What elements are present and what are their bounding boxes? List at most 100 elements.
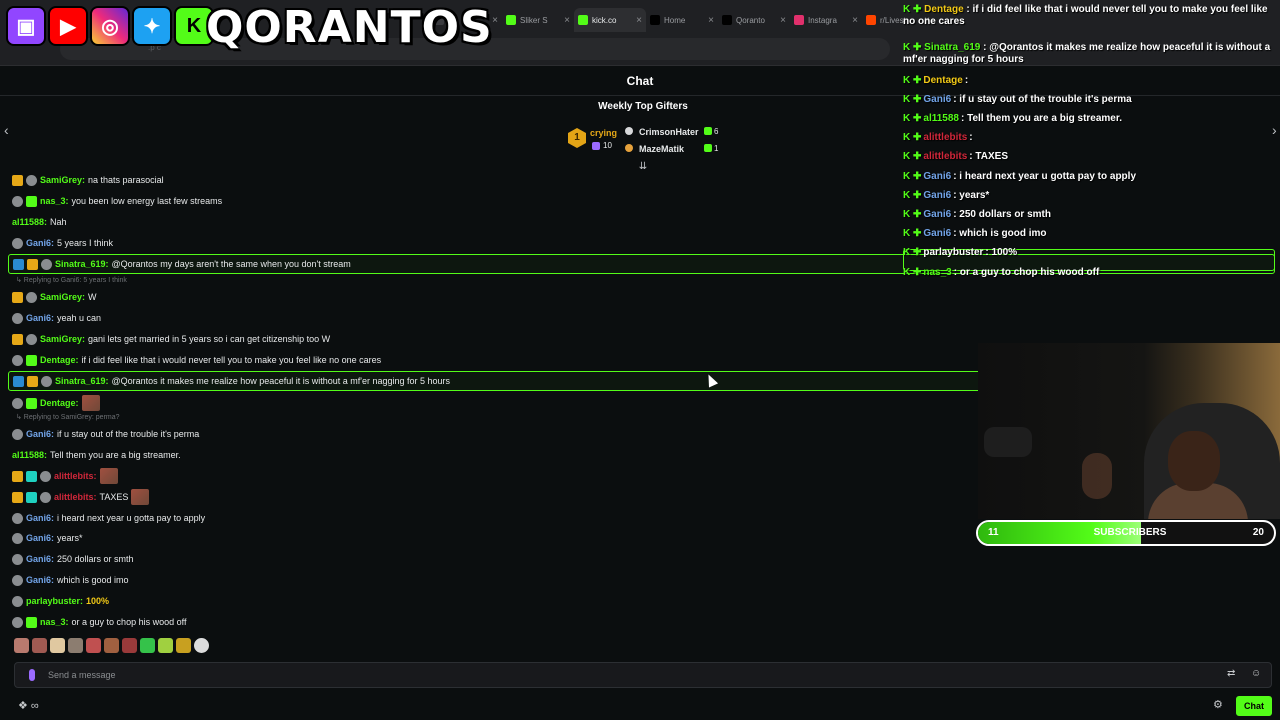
chat-username[interactable]: al11588: <box>12 450 47 460</box>
browser-tab[interactable]: Qoranto × <box>718 8 790 32</box>
close-icon[interactable]: × <box>564 15 570 26</box>
close-icon[interactable]: × <box>636 15 642 26</box>
chat-message[interactable]: nas_3: or a guy to chop his wood off <box>12 612 186 632</box>
reply-context[interactable]: ↳ Replying to SamiGrey: perma? <box>16 413 120 421</box>
chat-username[interactable]: Gani6: <box>26 533 54 543</box>
points-icon[interactable]: ❖ ∞ <box>18 699 39 712</box>
chat-username[interactable]: nas_3: <box>40 196 69 206</box>
microphone-icon[interactable] <box>29 669 35 681</box>
emote-icon[interactable] <box>14 638 29 653</box>
badge-icon <box>12 512 23 524</box>
emote-icon[interactable] <box>32 638 47 653</box>
tab-favicon-icon <box>578 15 588 25</box>
chat-username[interactable]: SamiGrey: <box>40 292 85 302</box>
badge-icon <box>26 195 37 207</box>
close-icon[interactable]: × <box>492 15 498 26</box>
chat-message[interactable]: Gani6: 5 years I think <box>12 233 113 253</box>
tab-label: kick.co <box>592 15 617 25</box>
chat-username[interactable]: parlaybuster: <box>26 596 83 606</box>
chat-message[interactable]: nas_3: you been low energy last few strea… <box>12 191 222 211</box>
chat-username[interactable]: Sinatra_619: <box>55 259 109 269</box>
chat-username[interactable]: Gani6: <box>26 513 54 523</box>
chat-username[interactable]: Gani6: <box>26 238 54 248</box>
chat-username[interactable]: Dentage: <box>40 355 79 365</box>
chat-username[interactable]: Dentage: <box>40 398 79 408</box>
chat-message[interactable]: al11588: Tell them you are a big streamer… <box>12 445 181 465</box>
chat-message[interactable]: parlaybuster: 100% <box>12 591 109 611</box>
chat-message[interactable]: Gani6: which is good imo <box>12 570 129 590</box>
gifter-name[interactable]: CrimsonHater <box>639 127 699 137</box>
chat-message[interactable]: SamiGrey: gani lets get married in 5 year… <box>12 329 330 349</box>
chat-message[interactable]: SamiGrey: na thats parasocial <box>12 170 164 190</box>
chat-text: which is good imo <box>57 575 129 585</box>
emote-icon[interactable] <box>68 638 83 653</box>
kick-badge-icon: K ✚ <box>903 4 925 15</box>
chat-username[interactable]: alittlebits: <box>54 471 97 481</box>
chat-text: you been low energy last few streams <box>71 196 223 206</box>
browser-tab[interactable]: kick.co × <box>574 8 646 32</box>
chat-message[interactable]: Gani6: i heard next year u gotta pay to a… <box>12 508 205 528</box>
browser-tab[interactable]: Home × <box>646 8 718 32</box>
chat-username[interactable]: Gani6: <box>26 429 54 439</box>
emote-icon[interactable] <box>158 638 173 653</box>
badge-icon <box>26 354 37 366</box>
badge-icon <box>12 354 23 366</box>
command-icon[interactable]: ⇄ <box>1227 668 1235 679</box>
overlay-text: : i heard next year u gotta pay to apply <box>953 171 1137 182</box>
chat-message[interactable]: Gani6: years* <box>12 528 83 548</box>
chat-username[interactable]: nas_3: <box>40 617 69 627</box>
chat-message[interactable]: Gani6: 250 dollars or smth <box>12 549 134 569</box>
chat-input[interactable]: Send a message ⇄ ☺ <box>14 662 1272 688</box>
chat-username[interactable]: al11588: <box>12 217 47 227</box>
emote-icon[interactable] <box>122 638 137 653</box>
chat-message[interactable]: Gani6: if u stay out of the trouble it's … <box>12 424 199 444</box>
emote-icon[interactable] <box>140 638 155 653</box>
chat-text: if i did feel like that i would never te… <box>81 355 382 365</box>
chat-username[interactable]: Gani6: <box>26 554 54 564</box>
browser-tab[interactable]: Instagra × <box>790 8 862 32</box>
chat-username[interactable]: alittlebits: <box>54 492 97 502</box>
chat-username[interactable]: Sinatra_619: <box>55 376 109 386</box>
browser-tab[interactable]: Sliker S × <box>502 8 574 32</box>
chat-message[interactable]: alittlebits: <box>12 466 118 486</box>
gear-icon[interactable]: ⚙ <box>1213 698 1223 711</box>
chat-username[interactable]: SamiGrey: <box>40 175 85 185</box>
emote-icon[interactable] <box>86 638 101 653</box>
badge-icon <box>27 258 38 270</box>
close-icon[interactable]: × <box>708 15 714 26</box>
chat-message[interactable]: Dentage: <box>12 393 100 413</box>
chat-message[interactable]: al11588: Nah <box>12 212 67 232</box>
overlay-message: K ✚ al11588 : Tell them you are a big st… <box>903 113 1122 124</box>
chat-text: i heard next year u gotta pay to apply <box>57 513 206 523</box>
badge-icon <box>12 595 23 607</box>
chat-message[interactable]: Dentage: if i did feel like that i would … <box>12 350 381 370</box>
chat-username[interactable]: Gani6: <box>26 575 54 585</box>
emote-icon[interactable] <box>176 638 191 653</box>
chat-username[interactable]: SamiGrey: <box>40 334 85 344</box>
top-gifter-name[interactable]: crying <box>590 128 617 138</box>
subscriber-goal-bar: 11 SUBSCRIBERS 20 <box>976 520 1276 546</box>
tab-favicon-icon <box>866 15 876 25</box>
quick-emote-row <box>14 638 209 653</box>
send-chat-button[interactable]: Chat <box>1236 696 1272 716</box>
emote-icon[interactable] <box>194 638 209 653</box>
close-icon[interactable]: × <box>780 15 786 26</box>
chat-message[interactable]: Gani6: yeah u can <box>12 308 101 328</box>
chat-username[interactable]: Gani6: <box>26 313 54 323</box>
overlay-username: nas_3 <box>923 267 952 278</box>
tab-favicon-icon <box>650 15 660 25</box>
kick-badge-icon: K ✚ <box>903 151 922 162</box>
emote-icon[interactable] <box>104 638 119 653</box>
overlay-text: : which is good imo <box>953 228 1047 239</box>
microphone-icon <box>984 427 1032 457</box>
chat-text: gani lets get married in 5 years so i ca… <box>88 334 331 344</box>
emote-icon[interactable] <box>50 638 65 653</box>
chat-message[interactable]: SamiGrey: W <box>12 287 97 307</box>
close-icon[interactable]: × <box>852 15 858 26</box>
kick-badge-icon: K ✚ <box>903 113 922 124</box>
gifter-name[interactable]: MazeMatik <box>639 144 684 154</box>
overlay-username: Sinatra_619 <box>924 42 981 53</box>
reply-context[interactable]: ↳ Replying to Gani6: 5 years I think <box>16 276 127 284</box>
chat-message[interactable]: alittlebits: TAXES <box>12 487 150 507</box>
emoji-icon[interactable]: ☺ <box>1251 668 1261 679</box>
